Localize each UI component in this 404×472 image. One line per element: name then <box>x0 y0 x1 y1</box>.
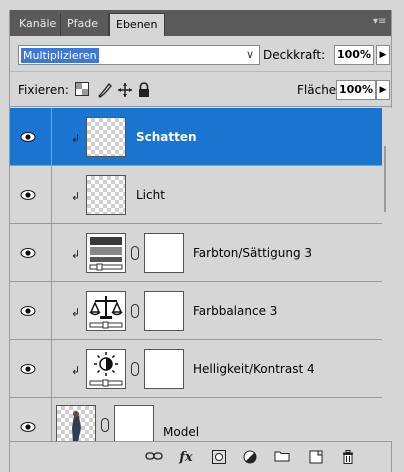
lock-image-icon[interactable] <box>96 82 112 98</box>
blend-mode-select[interactable]: Multiplizieren ∨ <box>18 45 260 65</box>
clipping-arrow-icon: ↲ <box>71 364 81 377</box>
tab-paths[interactable]: Pfade <box>61 13 109 36</box>
layer-row-hue-saturation[interactable]: ↲ Farbton/Sättigung 3 <box>10 224 382 282</box>
tab-layers[interactable]: Ebenen <box>109 13 165 36</box>
fill-slider-button[interactable]: ▶ <box>376 80 390 100</box>
link-layers-icon[interactable] <box>144 450 164 466</box>
opacity-slider-button[interactable]: ▶ <box>376 45 390 65</box>
fill-field[interactable]: 100% <box>336 80 376 100</box>
mask-thumbnail[interactable] <box>144 291 184 331</box>
visibility-toggle[interactable] <box>10 282 52 339</box>
layers-panel: Kanäle Pfade Ebenen ▾≡ Multiplizieren ∨ … <box>9 10 392 472</box>
layer-name: Licht <box>136 188 165 202</box>
clipping-arrow-icon: ↲ <box>71 190 81 203</box>
layers-bottom-toolbar: fx <box>10 441 391 472</box>
eye-icon <box>20 364 36 374</box>
tab-channels[interactable]: Kanäle <box>13 13 61 36</box>
visibility-toggle[interactable] <box>10 224 52 281</box>
panel-menu-icon[interactable]: ▾≡ <box>373 16 386 28</box>
scrollbar-thumb[interactable] <box>384 146 386 212</box>
layers-list: ↲ Schatten ↲ Licht ↲ Farbton/Sättigung 3… <box>10 108 382 441</box>
eye-icon <box>20 306 36 316</box>
visibility-toggle[interactable] <box>10 166 52 223</box>
new-adjustment-icon[interactable] <box>240 450 260 466</box>
clipping-arrow-icon: ↲ <box>71 306 81 319</box>
mask-link-icon[interactable] <box>131 246 139 260</box>
lock-transparency-icon[interactable] <box>74 82 90 98</box>
fill-label: Fläche: <box>297 83 341 97</box>
layer-name: Helligkeit/Kontrast 4 <box>193 362 315 376</box>
visibility-toggle[interactable] <box>10 398 52 441</box>
fx-icon[interactable]: fx <box>176 450 196 466</box>
layer-name: Schatten <box>136 130 197 144</box>
hue-saturation-icon <box>86 233 126 273</box>
eye-icon <box>20 422 36 432</box>
lock-position-icon[interactable] <box>117 82 133 98</box>
visibility-toggle[interactable] <box>10 340 52 397</box>
clipping-arrow-icon: ↲ <box>71 248 81 261</box>
color-balance-icon <box>86 291 126 331</box>
opacity-field[interactable]: 100% <box>334 45 374 65</box>
blend-mode-value: Multiplizieren <box>21 48 99 63</box>
blend-mode-row: Multiplizieren ∨ Deckkraft: 100% ▶ <box>10 36 391 72</box>
layer-row-brightness-contrast[interactable]: ↲ Helligkeit/Kontrast 4 <box>10 340 382 398</box>
mask-link-icon[interactable] <box>131 362 139 376</box>
layer-thumbnail <box>86 175 126 215</box>
chevron-down-icon: ∨ <box>245 48 255 61</box>
clipping-arrow-icon: ↲ <box>71 132 81 145</box>
visibility-toggle[interactable] <box>10 108 52 165</box>
layer-name: Model <box>163 425 200 439</box>
layer-name: Farbton/Sättigung 3 <box>193 246 313 260</box>
mask-thumbnail[interactable] <box>144 233 184 273</box>
layers-scrollbar[interactable] <box>382 108 392 441</box>
layer-row-schatten[interactable]: ↲ Schatten <box>10 108 382 166</box>
layers-panel-window: Kanäle Pfade Ebenen ▾≡ Multiplizieren ∨ … <box>0 0 404 472</box>
brightness-contrast-icon <box>86 349 126 389</box>
mask-link-icon[interactable] <box>131 304 139 318</box>
mask-thumbnail[interactable] <box>114 405 154 441</box>
mask-thumbnail[interactable] <box>144 349 184 389</box>
eye-icon <box>20 248 36 258</box>
panel-tab-bar: Kanäle Pfade Ebenen ▾≡ <box>10 10 391 36</box>
opacity-label: Deckkraft: <box>263 48 326 62</box>
layer-row-color-balance[interactable]: ↲ Farbbalance 3 <box>10 282 382 340</box>
lock-row: Fixieren: Fläche: 100% ▶ <box>10 73 391 107</box>
layer-name: Farbbalance 3 <box>193 304 278 318</box>
layer-thumbnail <box>86 117 126 157</box>
layer-row-licht[interactable]: ↲ Licht <box>10 166 382 224</box>
eye-icon <box>20 132 36 142</box>
mask-link-icon[interactable] <box>101 418 109 432</box>
layer-row-model[interactable]: Model <box>10 398 382 441</box>
lock-label: Fixieren: <box>18 83 69 97</box>
eye-icon <box>20 190 36 200</box>
new-group-icon[interactable] <box>272 450 292 466</box>
layer-thumbnail <box>56 405 96 441</box>
lock-all-icon[interactable] <box>136 82 152 98</box>
new-layer-icon[interactable] <box>306 450 326 466</box>
trash-icon[interactable] <box>338 450 358 466</box>
add-mask-icon[interactable] <box>209 450 229 466</box>
